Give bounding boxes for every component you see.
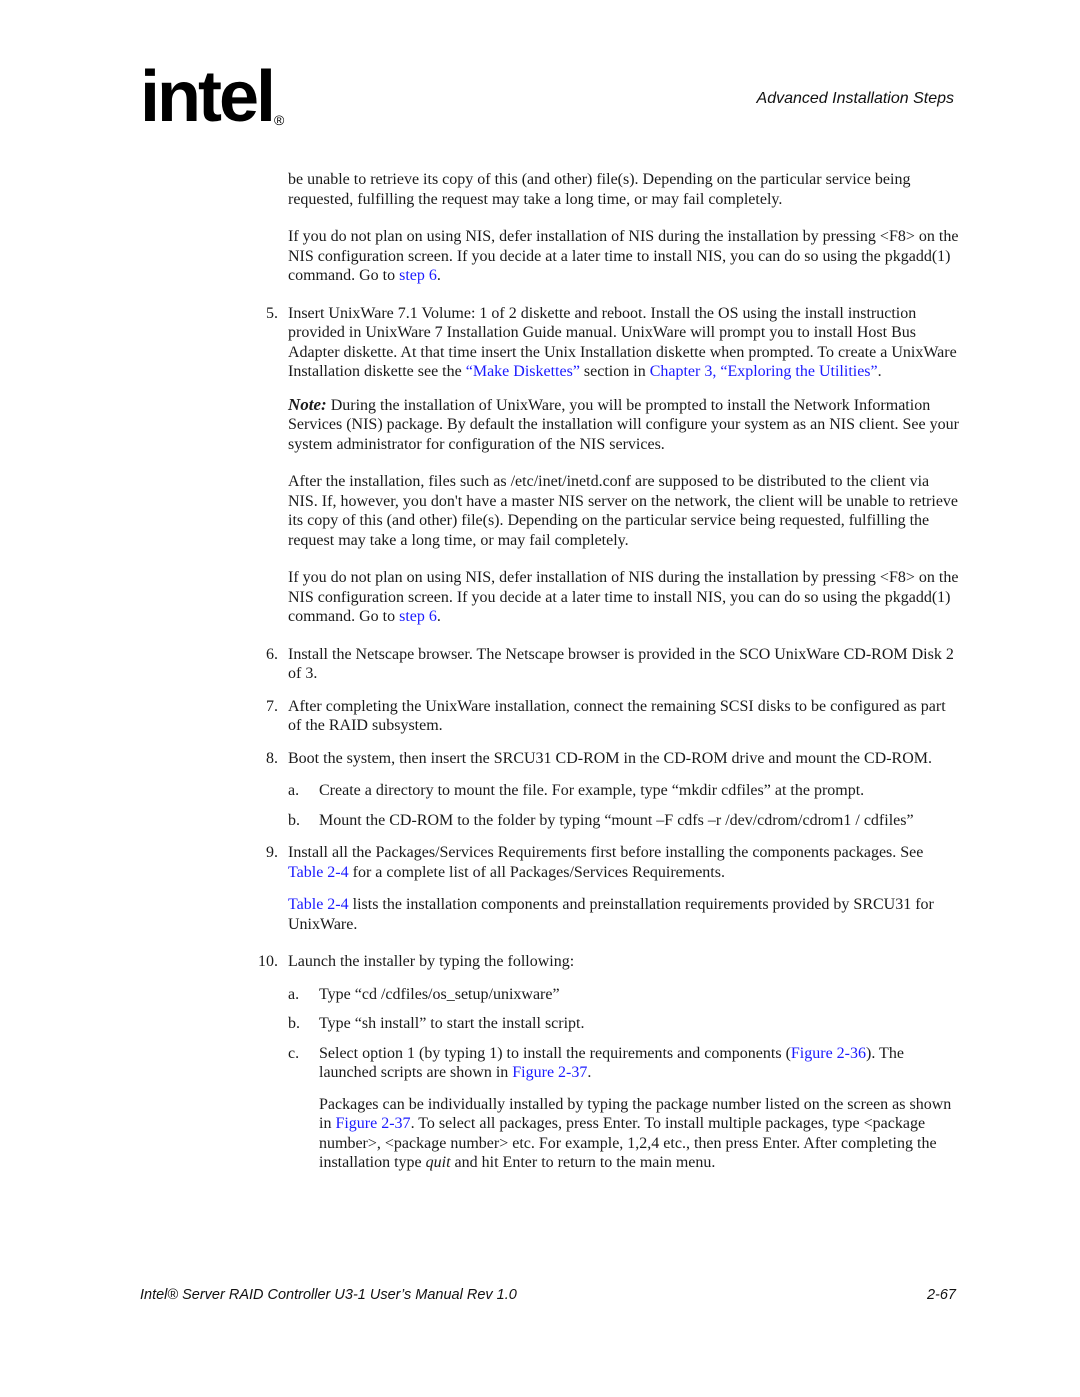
- figure-2-37-link[interactable]: Figure 2-37: [512, 1064, 587, 1081]
- step-9: 9. Install all the Packages/Services Req…: [266, 844, 924, 881]
- step-7: 7. After completing the UnixWare install…: [266, 697, 946, 735]
- step-number: 5.: [266, 304, 278, 322]
- step-10b: b. Type “sh install” to start the instal…: [288, 1015, 585, 1032]
- paragraph: If you do not plan on using NIS, defer i…: [288, 569, 959, 625]
- step-number: 10.: [258, 953, 278, 970]
- step-8a: a. Create a directory to mount the file.…: [288, 782, 865, 799]
- step-5: 5. Insert UnixWare 7.1 Volume: 1 of 2 di…: [266, 304, 957, 381]
- step-number: 7.: [266, 697, 278, 715]
- table-2-4-link[interactable]: Table 2-4: [288, 896, 349, 913]
- page-body: be unable to retrieve its copy of this (…: [258, 170, 960, 1191]
- paragraph: After the installation, files such as /e…: [288, 473, 959, 549]
- section-title: Advanced Installation Steps: [756, 90, 954, 107]
- step-number: 9.: [266, 844, 278, 861]
- registered-mark: ®: [274, 112, 285, 128]
- step-6-link[interactable]: step 6: [399, 608, 437, 625]
- step-8: 8. Boot the system, then insert the SRCU…: [266, 749, 932, 767]
- figure-2-37-link[interactable]: Figure 2-37: [335, 1115, 410, 1132]
- note: Note: During the installation of UnixWar…: [288, 394, 959, 453]
- footer-manual-title: Intel® Server RAID Controller U3-1 User’…: [140, 1287, 517, 1303]
- paragraph: be unable to retrieve its copy of this (…: [288, 171, 911, 208]
- make-diskettes-link[interactable]: “Make Diskettes”: [466, 363, 580, 380]
- intel-logo: intel ®: [140, 57, 300, 150]
- step-10: 10. Launch the installer by typing the f…: [258, 953, 575, 970]
- paragraph: Table 2-4 lists the installation compone…: [288, 896, 934, 933]
- step-10a: a. Type “cd /cdfiles/os_setup/unixware”: [288, 985, 560, 1003]
- figure-2-36-link[interactable]: Figure 2-36: [791, 1045, 866, 1062]
- step-6: 6. Install the Netscape browser. The Net…: [266, 645, 954, 683]
- note-label: Note:: [288, 394, 327, 414]
- step-number: 6.: [266, 645, 278, 663]
- step-6-link[interactable]: step 6: [399, 267, 437, 284]
- page-number: 2-67: [926, 1287, 956, 1303]
- paragraph: Packages can be individually installed b…: [319, 1095, 952, 1172]
- step-10c: c. Select option 1 (by typing 1) to inst…: [288, 1044, 904, 1082]
- chapter-3-link[interactable]: Chapter 3, “Exploring the Utilities”: [650, 363, 878, 380]
- step-8b: b. Mount the CD-ROM to the folder by typ…: [288, 811, 914, 829]
- logo-wordmark: intel: [140, 57, 276, 137]
- step-number: 8.: [266, 749, 278, 767]
- paragraph: If you do not plan on using NIS, defer i…: [288, 228, 959, 284]
- table-2-4-link[interactable]: Table 2-4: [288, 864, 349, 881]
